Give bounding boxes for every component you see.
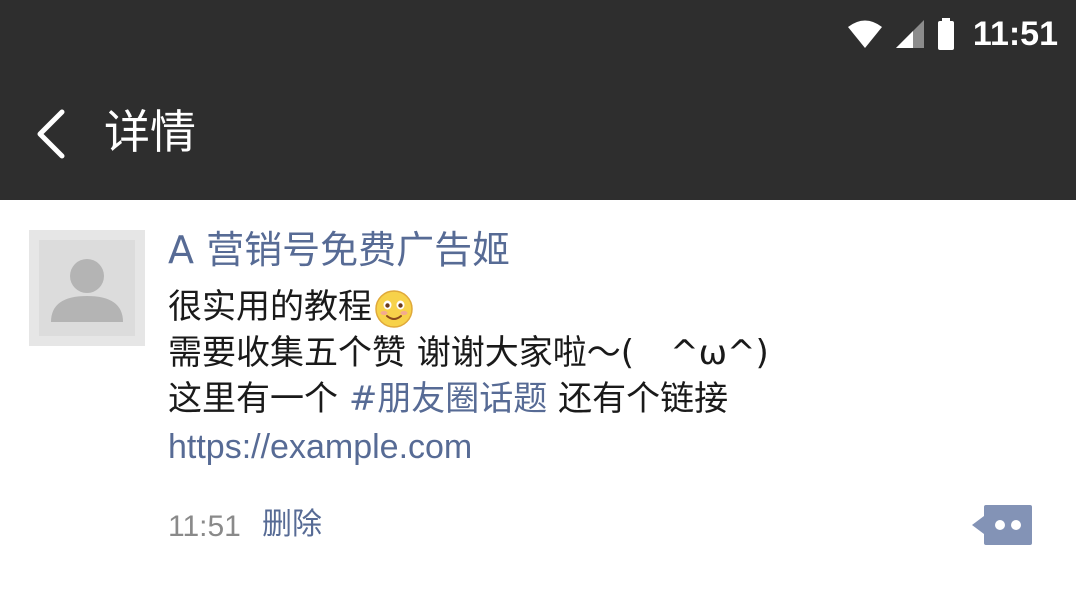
post-line-3-post: 还有个链接 xyxy=(547,379,729,419)
chevron-left-icon xyxy=(37,109,65,159)
post-line-3-pre: 这里有一个 xyxy=(168,379,349,419)
post-line-2-text: 需要收集五个赞 谢谢大家啦～( xyxy=(168,333,635,373)
status-bar: 11:51 xyxy=(847,12,1058,56)
smile-emoji-icon xyxy=(374,289,414,329)
battery-icon xyxy=(937,18,955,50)
post-line-2: 需要收集五个赞 谢谢大家啦～( ^ω^) xyxy=(168,330,1048,376)
topic-hashtag-link[interactable]: #朋友圈话题 xyxy=(349,379,548,419)
post-text: 很实用的教程 需要收集五个赞 谢谢大家啦～( ^ω^) 这里有一个 #朋友圈话题 … xyxy=(168,284,1048,422)
more-actions-button[interactable] xyxy=(970,503,1034,547)
back-button[interactable] xyxy=(30,104,76,164)
delete-button[interactable]: 删除 xyxy=(262,504,322,546)
post-line-2-tail: ^ω^) xyxy=(670,333,769,373)
post-line-3: 这里有一个 #朋友圈话题 还有个链接 xyxy=(168,376,1048,422)
cellular-signal-icon xyxy=(895,19,925,49)
post-line-1: 很实用的教程 xyxy=(168,284,1048,330)
avatar[interactable] xyxy=(29,230,145,346)
default-avatar-icon xyxy=(39,240,135,336)
post-line-1-text: 很实用的教程 xyxy=(168,287,372,327)
post-url-link[interactable]: https://example.com xyxy=(168,424,472,470)
top-bar: 11:51 详情 xyxy=(0,0,1076,200)
wifi-icon xyxy=(847,19,883,49)
post-timestamp: 11:51 xyxy=(168,510,241,543)
status-time: 11:51 xyxy=(972,14,1058,53)
author-name[interactable]: A 营销号免费广告姬 xyxy=(168,224,510,276)
page-title: 详情 xyxy=(104,105,196,159)
comment-menu-icon xyxy=(972,505,1032,545)
